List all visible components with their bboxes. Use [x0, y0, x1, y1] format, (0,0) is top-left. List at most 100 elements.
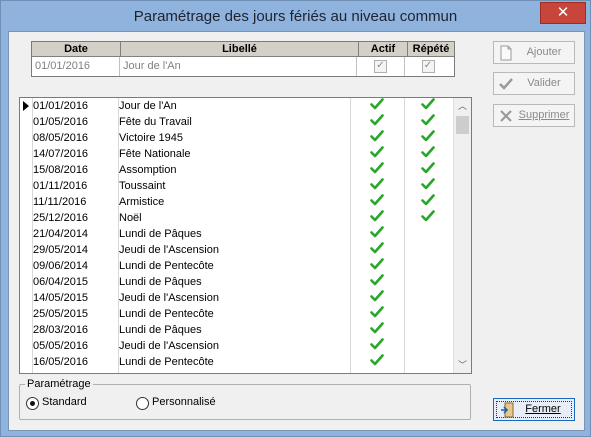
row-libelle: Noël: [119, 212, 142, 224]
scroll-up-arrow-icon[interactable]: ︿: [454, 98, 471, 114]
row-libelle: Fête Nationale: [119, 148, 191, 160]
scrollbar-thumb[interactable]: [456, 116, 469, 134]
row-libelle: Jeudi de l'Ascension: [119, 340, 219, 352]
column-header-repete[interactable]: Répété: [408, 42, 454, 57]
row-repete: [405, 130, 451, 145]
parametrage-label: Paramétrage: [25, 378, 93, 390]
row-libelle: Lundi de Pâques: [119, 228, 202, 240]
table-row[interactable]: 25/12/2016 Noël: [20, 210, 460, 226]
exit-door-icon: [501, 402, 514, 418]
row-indicator: [20, 338, 31, 354]
table-row[interactable]: 01/11/2016 Toussaint: [20, 178, 460, 194]
row-indicator: [20, 290, 31, 306]
actif-check-icon: [370, 226, 384, 238]
row-libelle: Lundi de Pâques: [119, 324, 202, 336]
table-row[interactable]: 14/05/2015 Jeudi de l'Ascension: [20, 290, 460, 306]
fermer-label: Fermer: [525, 403, 561, 415]
edit-grid: Date Libellé Actif Répété 01/01/2016 Jou…: [31, 41, 455, 77]
edit-row: 01/01/2016 Jour de l'An ✓ ✓: [32, 57, 454, 76]
vertical-scrollbar[interactable]: ︿ ﹀: [453, 98, 471, 373]
date-field[interactable]: 01/01/2016: [32, 57, 120, 76]
table-row[interactable]: 08/05/2016 Victoire 1945: [20, 130, 460, 146]
row-indicator: [20, 146, 31, 162]
actif-check-icon: [370, 258, 384, 270]
radio-personnalise-circle[interactable]: [136, 397, 149, 410]
row-indicator: [20, 130, 31, 146]
table-row[interactable]: 15/08/2016 Assomption: [20, 162, 460, 178]
fermer-button[interactable]: Fermer: [493, 398, 575, 421]
repete-check-icon: [421, 162, 435, 174]
row-date: 29/05/2014: [33, 244, 89, 256]
actif-check-icon: [370, 306, 384, 318]
row-libelle: Lundi de Pentecôte: [119, 260, 214, 272]
repete-check-icon: [421, 98, 435, 110]
repete-check-icon: [421, 130, 435, 142]
row-actif: [351, 322, 403, 337]
repete-checkbox-cell: ✓: [405, 57, 451, 76]
table-row[interactable]: 11/11/2016 Armistice: [20, 194, 460, 210]
row-indicator: [20, 322, 31, 338]
table-row[interactable]: 25/05/2015 Lundi de Pentecôte: [20, 306, 460, 322]
actif-check-icon: [370, 290, 384, 302]
close-button[interactable]: ✕: [540, 2, 586, 24]
row-repete: [405, 194, 451, 209]
holiday-list[interactable]: 01/01/2016 Jour de l'An 01/05/2016 Fête du …: [19, 97, 472, 374]
row-libelle: Jeudi de l'Ascension: [119, 244, 219, 256]
row-repete: [405, 210, 451, 225]
radio-standard-label: Standard: [42, 396, 87, 408]
actif-check-icon: [370, 98, 384, 110]
supprimer-button[interactable]: Supprimer: [493, 104, 575, 127]
row-date: 08/05/2016: [33, 132, 89, 144]
table-row[interactable]: 05/05/2016 Jeudi de l'Ascension: [20, 338, 460, 354]
row-repete: [405, 178, 451, 193]
title-bar[interactable]: Paramétrage des jours fériés au niveau c…: [1, 1, 590, 31]
row-indicator: [20, 354, 31, 370]
row-indicator: [20, 178, 31, 194]
table-row[interactable]: 09/06/2014 Lundi de Pentecôte: [20, 258, 460, 274]
row-actif: [351, 146, 403, 161]
actif-check-icon: [370, 194, 384, 206]
column-header-actif[interactable]: Actif: [359, 42, 408, 57]
actif-check-icon: [370, 130, 384, 142]
row-actif: [351, 98, 403, 113]
libelle-field[interactable]: Jour de l'An: [120, 57, 357, 76]
repete-checkbox[interactable]: ✓: [421, 59, 435, 73]
window-title: Paramétrage des jours fériés au niveau c…: [133, 8, 458, 25]
valider-button[interactable]: Valider: [493, 72, 575, 95]
row-actif: [351, 114, 403, 129]
table-row[interactable]: 16/05/2016 Lundi de Pentecôte: [20, 354, 460, 370]
table-row[interactable]: 06/04/2015 Lundi de Pâques: [20, 274, 460, 290]
row-date: 15/08/2016: [33, 164, 89, 176]
actif-checkbox[interactable]: ✓: [374, 59, 387, 73]
table-row[interactable]: 14/07/2016 Fête Nationale: [20, 146, 460, 162]
table-row[interactable]: 28/03/2016 Lundi de Pâques: [20, 322, 460, 338]
actif-check-icon: [370, 210, 384, 222]
table-row[interactable]: 01/01/2016 Jour de l'An: [20, 98, 460, 114]
row-repete: [405, 114, 451, 129]
row-date: 16/05/2016: [33, 356, 89, 368]
table-row[interactable]: 21/04/2014 Lundi de Pâques: [20, 226, 460, 242]
table-row[interactable]: 01/05/2016 Fête du Travail: [20, 114, 460, 130]
row-actif: [351, 242, 403, 257]
column-header-libelle[interactable]: Libellé: [121, 42, 359, 57]
row-repete: [405, 98, 451, 113]
row-date: 05/05/2016: [33, 340, 89, 352]
table-row[interactable]: 29/05/2014 Jeudi de l'Ascension: [20, 242, 460, 258]
row-actif: [351, 290, 403, 305]
row-actif: [351, 162, 403, 177]
row-actif: [351, 354, 403, 369]
repete-check-icon: [421, 194, 435, 206]
row-libelle: Assomption: [119, 164, 177, 176]
row-libelle: Lundi de Pentecôte: [119, 308, 214, 320]
dialog-client-area: Date Libellé Actif Répété 01/01/2016 Jou…: [8, 31, 585, 431]
delete-x-icon: [500, 110, 512, 122]
scroll-down-arrow-icon[interactable]: ﹀: [454, 357, 471, 373]
column-header-date[interactable]: Date: [32, 42, 121, 57]
radio-standard-circle[interactable]: [26, 397, 39, 410]
row-indicator: [20, 242, 31, 258]
row-indicator: [20, 306, 31, 322]
row-date: 09/06/2014: [33, 260, 89, 272]
ajouter-button[interactable]: Ajouter: [493, 41, 575, 64]
row-actif: [351, 258, 403, 273]
actif-check-icon: [370, 178, 384, 190]
